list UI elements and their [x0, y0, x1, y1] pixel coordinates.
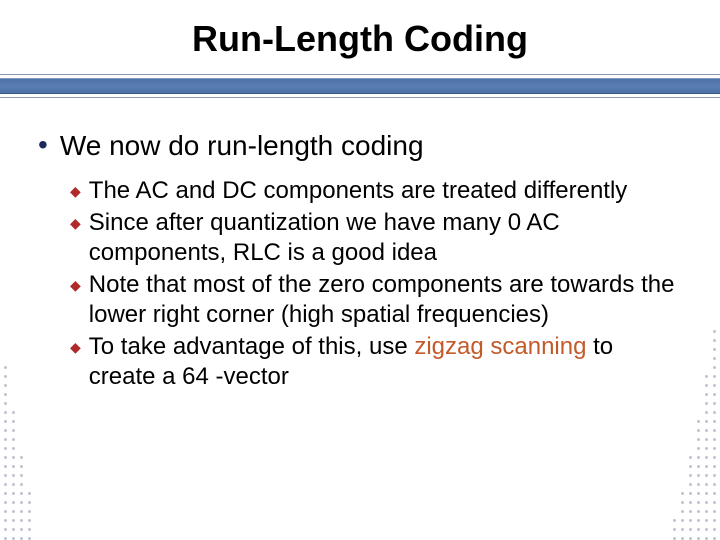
- divider-band: [0, 78, 720, 94]
- sub-bullet-text: The AC and DC components are treated dif…: [89, 176, 628, 206]
- sub-bullet-text: Note that most of the zero components ar…: [89, 270, 682, 330]
- slide-title: Run-Length Coding: [0, 0, 720, 72]
- divider-line-top: [0, 74, 720, 75]
- divider-line-bottom: [0, 97, 720, 98]
- bullet-dot-icon: •: [38, 130, 48, 160]
- content-area: • We now do run-length coding ◆ The AC a…: [0, 100, 720, 392]
- main-bullet-text: We now do run-length coding: [60, 130, 424, 162]
- sub-bullet: ◆ Note that most of the zero components …: [70, 270, 682, 330]
- sub-bullet-prefix: To take advantage of this, use: [89, 333, 415, 360]
- sub-bullet-text: Since after quantization we have many 0 …: [89, 208, 682, 268]
- main-bullet: • We now do run-length coding: [38, 130, 682, 162]
- sub-bullet-text: To take advantage of this, use zigzag sc…: [89, 332, 682, 392]
- sub-bullet: ◆ Since after quantization we have many …: [70, 208, 682, 268]
- diamond-icon: ◆: [70, 270, 81, 300]
- diamond-icon: ◆: [70, 332, 81, 362]
- diamond-icon: ◆: [70, 208, 81, 238]
- diamond-icon: ◆: [70, 176, 81, 206]
- sub-bullet: ◆ To take advantage of this, use zigzag …: [70, 332, 682, 392]
- highlight-text: zigzag scanning: [414, 333, 586, 360]
- slide: Run-Length Coding • We now do run-length…: [0, 0, 720, 540]
- sub-bullet: ◆ The AC and DC components are treated d…: [70, 176, 682, 206]
- divider: [0, 72, 720, 100]
- sub-bullet-list: ◆ The AC and DC components are treated d…: [38, 176, 682, 392]
